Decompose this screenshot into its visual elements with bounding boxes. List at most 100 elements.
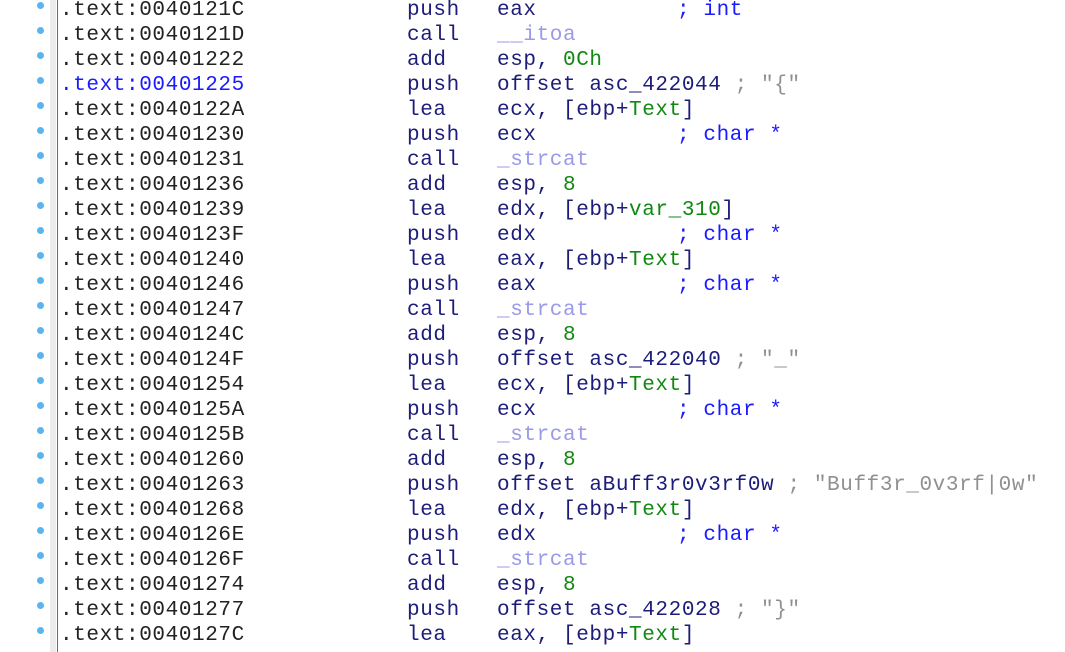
mnemonic[interactable]: call: [407, 423, 460, 448]
bullet-icon[interactable]: [37, 77, 44, 84]
operands[interactable]: edx: [497, 523, 537, 548]
listing-line[interactable]: .text:00401222 add esp, 0Ch: [0, 48, 1065, 75]
bullet-icon[interactable]: [37, 152, 44, 159]
mnemonic[interactable]: lea: [407, 623, 447, 648]
address[interactable]: .text:0040121D: [60, 23, 245, 48]
bullet-icon[interactable]: [37, 27, 44, 34]
listing-line[interactable]: .text:00401240 lea eax, [ebp+Text]: [0, 248, 1065, 275]
listing-line[interactable]: .text:00401225 push offset asc_422044 ; "{…: [0, 73, 1065, 100]
mnemonic[interactable]: call: [407, 23, 460, 48]
address[interactable]: .text:0040125B: [60, 423, 245, 448]
mnemonic[interactable]: add: [407, 573, 447, 598]
bullet-icon[interactable]: [37, 127, 44, 134]
operands[interactable]: offset asc_422040 ; "_": [497, 348, 801, 373]
listing-line[interactable]: .text:00401260 add esp, 8: [0, 448, 1065, 475]
listing-line[interactable]: .text:00401236 add esp, 8: [0, 173, 1065, 200]
operands[interactable]: __itoa: [497, 23, 576, 48]
mnemonic[interactable]: push: [407, 123, 460, 148]
operands[interactable]: eax: [497, 0, 537, 23]
operands[interactable]: esp, 0Ch: [497, 48, 603, 73]
operands[interactable]: eax, [ebp+Text]: [497, 623, 695, 648]
bullet-icon[interactable]: [37, 277, 44, 284]
listing-line[interactable]: .text:00401268 lea edx, [ebp+Text]: [0, 498, 1065, 525]
operands[interactable]: offset asc_422028 ; "}": [497, 598, 801, 623]
function-name[interactable]: _strcat: [497, 424, 589, 447]
operands[interactable]: esp, 8: [497, 573, 576, 598]
operands[interactable]: esp, 8: [497, 173, 576, 198]
bullet-icon[interactable]: [37, 577, 44, 584]
listing-line[interactable]: .text:0040121D call __itoa: [0, 23, 1065, 50]
bullet-icon[interactable]: [37, 477, 44, 484]
listing-line[interactable]: .text:00401254 lea ecx, [ebp+Text]: [0, 373, 1065, 400]
function-name[interactable]: _strcat: [497, 549, 589, 572]
listing-line[interactable]: .text:00401277 push offset asc_422028 ; "}…: [0, 598, 1065, 625]
bullet-icon[interactable]: [37, 377, 44, 384]
address[interactable]: .text:0040124F: [60, 348, 245, 373]
operands[interactable]: edx: [497, 223, 537, 248]
address[interactable]: .text:0040123F: [60, 223, 245, 248]
mnemonic[interactable]: push: [407, 0, 460, 23]
mnemonic[interactable]: push: [407, 523, 460, 548]
mnemonic[interactable]: add: [407, 48, 447, 73]
operands[interactable]: edx, [ebp+var_310]: [497, 198, 735, 223]
listing-line[interactable]: .text:00401231 call _strcat: [0, 148, 1065, 175]
operands[interactable]: _strcat: [497, 423, 589, 448]
mnemonic[interactable]: lea: [407, 198, 447, 223]
bullet-icon[interactable]: [37, 252, 44, 259]
bullet-icon[interactable]: [37, 402, 44, 409]
address[interactable]: .text:00401254: [60, 373, 245, 398]
mnemonic[interactable]: push: [407, 73, 460, 98]
listing-line[interactable]: .text:00401263 push offset aBuff3r0v3rf0w …: [0, 473, 1065, 500]
address[interactable]: .text:00401246: [60, 273, 245, 298]
address[interactable]: .text:00401247: [60, 298, 245, 323]
operands[interactable]: offset asc_422044 ; "{": [497, 73, 801, 98]
bullet-icon[interactable]: [37, 552, 44, 559]
mnemonic[interactable]: lea: [407, 98, 447, 123]
bullet-icon[interactable]: [37, 202, 44, 209]
address[interactable]: .text:00401231: [60, 148, 245, 173]
listing-line[interactable]: .text:0040124C add esp, 8: [0, 323, 1065, 350]
mnemonic[interactable]: add: [407, 173, 447, 198]
address[interactable]: .text:00401239: [60, 198, 245, 223]
mnemonic[interactable]: lea: [407, 498, 447, 523]
mnemonic[interactable]: push: [407, 348, 460, 373]
listing-line[interactable]: .text:00401274 add esp, 8: [0, 573, 1065, 600]
bullet-icon[interactable]: [37, 327, 44, 334]
bullet-icon[interactable]: [37, 227, 44, 234]
operands[interactable]: esp, 8: [497, 448, 576, 473]
listing-line[interactable]: .text:00401247 call _strcat: [0, 298, 1065, 325]
operands[interactable]: _strcat: [497, 298, 589, 323]
listing-line[interactable]: .text:00401230 push ecx ; char *: [0, 123, 1065, 150]
operands[interactable]: offset aBuff3r0v3rf0w ; "Buff3r_0v3rf|0w…: [497, 473, 1038, 498]
function-name[interactable]: _strcat: [497, 149, 589, 172]
mnemonic[interactable]: call: [407, 148, 460, 173]
bullet-icon[interactable]: [37, 2, 44, 9]
address[interactable]: .text:0040127C: [60, 623, 245, 648]
address[interactable]: .text:00401240: [60, 248, 245, 273]
mnemonic[interactable]: call: [407, 548, 460, 573]
address[interactable]: .text:0040124C: [60, 323, 245, 348]
mnemonic[interactable]: add: [407, 448, 447, 473]
operands[interactable]: ecx, [ebp+Text]: [497, 98, 695, 123]
address[interactable]: .text:0040125A: [60, 398, 245, 423]
operands[interactable]: eax, [ebp+Text]: [497, 248, 695, 273]
listing-line[interactable]: .text:0040123F push edx ; char *: [0, 223, 1065, 250]
address[interactable]: .text:0040126E: [60, 523, 245, 548]
operands[interactable]: esp, 8: [497, 323, 576, 348]
operands[interactable]: ecx: [497, 123, 537, 148]
bullet-icon[interactable]: [37, 527, 44, 534]
address[interactable]: .text:00401236: [60, 173, 245, 198]
listing-line[interactable]: .text:00401246 push eax ; char *: [0, 273, 1065, 300]
bullet-icon[interactable]: [37, 427, 44, 434]
listing-line[interactable]: .text:0040126F call _strcat: [0, 548, 1065, 575]
bullet-icon[interactable]: [37, 352, 44, 359]
address[interactable]: .text:00401225: [60, 73, 245, 98]
bullet-icon[interactable]: [37, 602, 44, 609]
mnemonic[interactable]: lea: [407, 248, 447, 273]
operands[interactable]: edx, [ebp+Text]: [497, 498, 695, 523]
operands[interactable]: _strcat: [497, 148, 589, 173]
address[interactable]: .text:0040121C: [60, 0, 245, 23]
listing-line[interactable]: .text:00401239 lea edx, [ebp+var_310]: [0, 198, 1065, 225]
operands[interactable]: ecx: [497, 398, 537, 423]
mnemonic[interactable]: push: [407, 473, 460, 498]
